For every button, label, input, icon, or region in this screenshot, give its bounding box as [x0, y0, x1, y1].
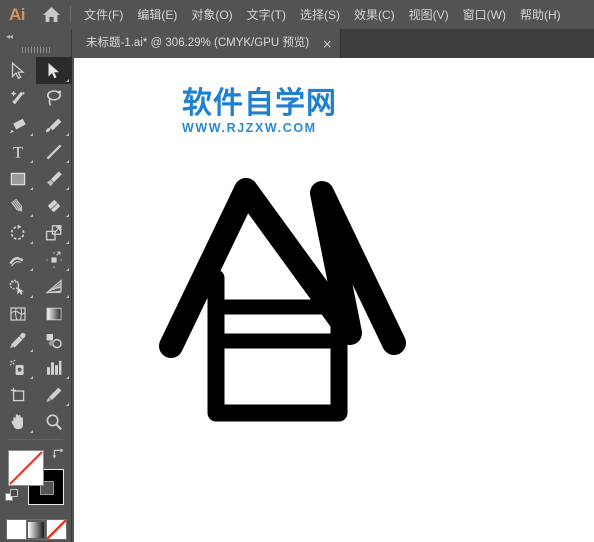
tool-flyout-indicator — [30, 133, 33, 136]
shaper-tool[interactable] — [0, 192, 36, 219]
grabber-dots-icon — [21, 46, 50, 53]
tool-flyout-indicator — [66, 376, 69, 379]
toolbar-divider — [8, 439, 63, 440]
pen-tool[interactable] — [0, 111, 36, 138]
none-slash-icon — [9, 451, 43, 485]
swap-fill-stroke-icon[interactable] — [52, 447, 65, 460]
watermark: 软件自学网 WWW.RJZXW.COM — [182, 88, 337, 135]
collapse-panel-icon[interactable]: ◂◂ — [0, 29, 71, 43]
menu-select[interactable]: 选择(S) — [293, 5, 347, 25]
symbol-sprayer-tool[interactable] — [0, 354, 36, 381]
menu-object[interactable]: 对象(O) — [184, 5, 239, 25]
document-tab-bar: 未标题-1.ai* @ 306.29% (CMYK/GPU 预览) × — [74, 29, 594, 58]
zoom-tool[interactable] — [36, 408, 72, 435]
line-segment-tool[interactable] — [36, 138, 72, 165]
menu-edit[interactable]: 编辑(E) — [130, 5, 184, 25]
gradient-tool[interactable] — [36, 300, 72, 327]
curvature-tool[interactable] — [36, 111, 72, 138]
width-tool[interactable] — [0, 246, 36, 273]
document-tab-label: 未标题-1.ai* @ 306.29% (CMYK/GPU 预览) — [86, 36, 310, 49]
tools-panel: ◂◂ T — [0, 29, 72, 542]
default-fill-stroke-icon[interactable] — [5, 489, 19, 503]
tool-flyout-indicator — [66, 403, 69, 406]
menu-help[interactable]: 帮助(H) — [513, 5, 568, 25]
close-icon[interactable]: × — [322, 38, 332, 50]
tool-flyout-indicator — [66, 295, 69, 298]
selection-tool[interactable] — [0, 57, 36, 84]
menu-window[interactable]: 窗口(W) — [456, 5, 513, 25]
tool-flyout-indicator — [66, 268, 69, 271]
column-graph-tool[interactable] — [36, 354, 72, 381]
rectangle-tool[interactable] — [0, 165, 36, 192]
mesh-tool[interactable] — [0, 300, 36, 327]
magic-wand-tool[interactable] — [0, 84, 36, 111]
perspective-grid-tool[interactable] — [36, 273, 72, 300]
panel-drag-handle[interactable] — [0, 43, 71, 56]
shape-builder-tool[interactable] — [0, 273, 36, 300]
fill-stroke-controls — [0, 445, 71, 517]
direct-selection-tool[interactable] — [36, 57, 72, 84]
eyedropper-tool[interactable] — [0, 327, 36, 354]
menu-divider — [70, 6, 71, 23]
tool-flyout-indicator — [66, 187, 69, 190]
home-icon[interactable] — [34, 0, 68, 29]
tool-flyout-indicator — [66, 241, 69, 244]
tool-flyout-indicator — [30, 241, 33, 244]
tool-flyout-indicator — [30, 187, 33, 190]
slice-tool[interactable] — [36, 381, 72, 408]
blend-tool[interactable] — [36, 327, 72, 354]
paintbrush-tool[interactable] — [36, 165, 72, 192]
tool-flyout-indicator — [30, 268, 33, 271]
document-canvas[interactable]: 软件自学网 WWW.RJZXW.COM — [74, 58, 594, 542]
watermark-url: WWW.RJZXW.COM — [182, 120, 317, 135]
tool-flyout-indicator — [30, 430, 33, 433]
house-box-outline-artwork[interactable] — [154, 163, 474, 443]
menu-view[interactable]: 视图(V) — [402, 5, 456, 25]
document-tab[interactable]: 未标题-1.ai* @ 306.29% (CMYK/GPU 预览) × — [74, 29, 342, 58]
tool-flyout-indicator — [66, 79, 69, 82]
menu-type[interactable]: 文字(T) — [240, 5, 293, 25]
tool-flyout-indicator — [30, 160, 33, 163]
gradient-mode-button[interactable] — [25, 519, 47, 540]
watermark-title: 软件自学网 — [182, 86, 337, 121]
color-mode-button[interactable] — [5, 519, 27, 540]
eraser-tool[interactable] — [36, 192, 72, 219]
tool-grid: T — [0, 57, 72, 435]
tool-flyout-indicator — [66, 214, 69, 217]
lasso-tool[interactable] — [36, 84, 72, 111]
rotate-tool[interactable] — [0, 219, 36, 246]
tool-flyout-indicator — [30, 214, 33, 217]
illustrator-window: Ai 文件(F) 编辑(E) 对象(O) 文字(T) 选择(S) 效果(C) 视… — [0, 0, 594, 542]
tool-flyout-indicator — [66, 160, 69, 163]
menu-item-list: 文件(F) 编辑(E) 对象(O) 文字(T) 选择(S) 效果(C) 视图(V… — [77, 5, 568, 25]
color-mode-row — [0, 519, 71, 540]
menu-effect[interactable]: 效果(C) — [347, 5, 402, 25]
tool-flyout-indicator — [30, 376, 33, 379]
type-tool[interactable]: T — [0, 138, 36, 165]
tool-flyout-indicator — [30, 295, 33, 298]
tool-flyout-indicator — [66, 133, 69, 136]
tool-flyout-indicator — [30, 349, 33, 352]
free-transform-tool[interactable] — [36, 246, 72, 273]
hand-tool[interactable] — [0, 408, 36, 435]
app-logo: Ai — [9, 4, 26, 24]
roof-zigzag-path — [159, 178, 406, 358]
scale-tool[interactable] — [36, 219, 72, 246]
menu-bar: Ai 文件(F) 编辑(E) 对象(O) 文字(T) 选择(S) 效果(C) 视… — [0, 0, 594, 29]
menu-file[interactable]: 文件(F) — [77, 5, 130, 25]
svg-text:T: T — [13, 144, 23, 161]
fill-swatch[interactable] — [8, 450, 44, 486]
none-mode-button[interactable] — [45, 519, 67, 540]
artboard-tool[interactable] — [0, 381, 36, 408]
